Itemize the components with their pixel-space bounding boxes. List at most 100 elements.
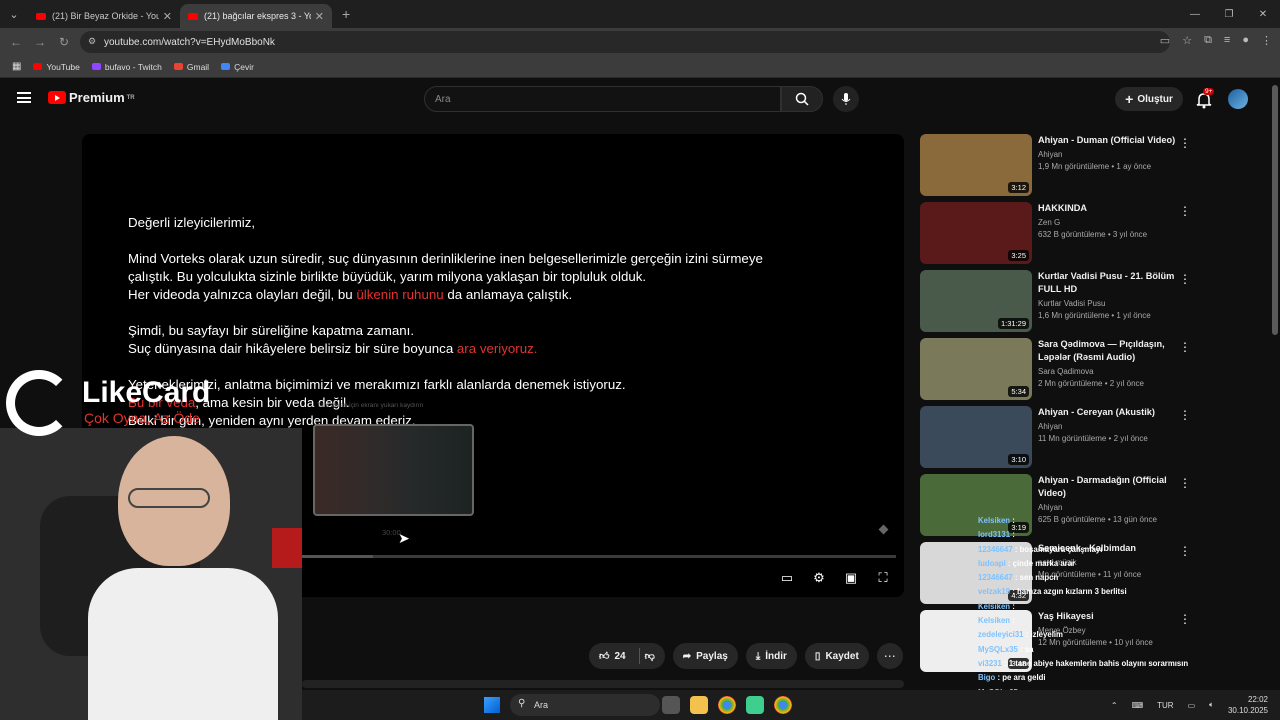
hamburger-menu-icon[interactable] <box>17 92 31 103</box>
close-tab-icon[interactable]: ✕ <box>163 10 172 23</box>
app-icon[interactable] <box>746 696 764 714</box>
video-thumbnail[interactable]: 3:25 <box>920 202 1032 264</box>
chat-message: 12346647 : sen napcn <box>978 573 1059 583</box>
search-button[interactable] <box>781 86 823 112</box>
new-tab-icon[interactable]: + <box>342 6 350 22</box>
chat-message: Kelsiken : <box>978 616 1015 626</box>
file-explorer-icon[interactable] <box>690 696 708 714</box>
channel-name[interactable]: Ahiyan <box>1038 150 1188 159</box>
url-field[interactable]: ⚙ youtube.com/watch?v=EHydMoBboNk <box>80 31 1170 53</box>
volume-icon[interactable]: 🔈︎ <box>1209 700 1214 710</box>
profile-icon[interactable]: ● <box>1242 34 1249 47</box>
settings-gear-icon[interactable]: ⚙ <box>810 570 828 586</box>
share-button[interactable]: ➦ Paylaş <box>672 643 738 669</box>
media-icon[interactable]: ≡ <box>1224 34 1230 47</box>
related-video-item[interactable]: 3:25 HAKKINDA Zen G 632 B görüntüleme • 3 y… <box>920 202 1200 270</box>
search-input[interactable]: Ara <box>424 86 781 112</box>
thumbs-down-icon[interactable]: 👎︎ <box>645 650 655 662</box>
apps-icon[interactable]: ▦ <box>12 61 21 72</box>
chat-username: velzak19 <box>978 587 1011 597</box>
video-thumbnail[interactable]: 5:34 <box>920 338 1032 400</box>
video-options-icon[interactable]: ⋮ <box>1179 408 1191 422</box>
video-message-text: Değerli izleyicilerimiz, Mind Vorteks ol… <box>128 214 868 448</box>
forward-icon[interactable]: → <box>28 35 52 49</box>
channel-name[interactable]: Ahiyan <box>1038 503 1188 512</box>
progress-bar[interactable] <box>302 555 896 558</box>
clock[interactable]: 22:02 30.10.2025 <box>1228 694 1268 716</box>
chat-text: 1 tane abiye hakemlerin bahis olayını so… <box>1008 658 1189 668</box>
greeting: Değerli izleyicilerimiz, <box>128 215 256 230</box>
chat-text: boşamayara çalışmayı <box>1019 544 1103 554</box>
related-video-item[interactable]: 3:10 Ahiyan - Cereyan (Akustik) Ahiyan 11 M… <box>920 406 1200 474</box>
account-avatar[interactable] <box>1228 89 1248 109</box>
channel-name[interactable]: Kurtlar Vadisi Pusu <box>1038 299 1188 308</box>
extensions-icon[interactable]: ⧉ <box>1204 34 1212 47</box>
related-video-item[interactable]: 5:34 Sara Qədimova — Pıçıldaşın, Ləpələr … <box>920 338 1200 406</box>
reload-icon[interactable]: ↻ <box>52 35 76 49</box>
bookmark-translate[interactable]: Çevir <box>221 62 254 72</box>
cast-icon[interactable]: ▭ <box>1160 34 1170 47</box>
chrome-icon[interactable] <box>718 696 736 714</box>
create-button[interactable]: + Oluştur <box>1115 87 1183 111</box>
video-title[interactable]: Sara Qədimova — Pıçıldaşın, Ləpələr (Rəs… <box>1038 338 1188 364</box>
video-title[interactable]: Ahiyan - Darmadağın (Official Video) <box>1038 474 1188 500</box>
video-thumbnail[interactable]: 1:31:29 <box>920 270 1032 332</box>
bookmark-twitch[interactable]: bufavo - Twitch <box>91 62 162 72</box>
restore-icon[interactable]: ❐ <box>1212 0 1246 28</box>
save-button[interactable]: ▯ Kaydet <box>804 643 869 669</box>
channel-name[interactable]: Zen G <box>1038 218 1188 227</box>
close-tab-icon[interactable]: ✕ <box>315 10 324 23</box>
taskbar-search[interactable]: ⚲ Ara <box>510 694 660 716</box>
back-icon[interactable]: ← <box>4 35 28 49</box>
site-info-icon[interactable]: ⚙ <box>88 36 96 47</box>
video-title[interactable]: HAKKINDA <box>1038 202 1188 215</box>
browser-tab-1[interactable]: (21) Bir Beyaz Orkide - YouTube ✕ <box>28 4 180 28</box>
video-title[interactable]: Ahiyan - Cereyan (Akustik) <box>1038 406 1188 419</box>
channel-name[interactable]: Sara Qadimova <box>1038 367 1188 376</box>
video-info: Kurtlar Vadisi Pusu - 21. Bölüm FULL HD K… <box>1038 270 1188 320</box>
network-icon[interactable]: ▭ <box>1188 701 1196 710</box>
related-video-item[interactable]: 3:12 Ahiyan - Duman (Official Video) Ahiya… <box>920 134 1200 202</box>
chat-username: ludoapi <box>978 558 1006 568</box>
search-icon <box>795 92 809 106</box>
tray-chevron-icon[interactable]: ⌃ <box>1111 701 1118 710</box>
like-button[interactable]: 👍︎ 24 👎︎ <box>589 643 665 669</box>
browser-menu-icon[interactable]: ⋮ <box>1261 34 1272 47</box>
chrome-active-icon[interactable] <box>774 696 792 714</box>
minimize-icon[interactable]: — <box>1178 0 1212 28</box>
keyboard-icon[interactable]: ⌨ <box>1132 701 1144 710</box>
taskbar-search-label: Ara <box>534 700 549 710</box>
window-controls: — ❐ ✕ <box>1178 0 1280 28</box>
video-thumbnail[interactable]: 3:12 <box>920 134 1032 196</box>
youtube-logo[interactable]: Premium TR <box>48 90 135 105</box>
fullscreen-icon[interactable]: ⛶ <box>874 570 892 586</box>
bookmark-youtube[interactable]: YouTube <box>33 62 80 72</box>
bookmark-gmail[interactable]: Gmail <box>173 62 209 72</box>
browser-tab-2[interactable]: (21) bağcılar ekspres 3 - YouTube ✕ <box>180 4 332 28</box>
theater-mode-icon[interactable]: ▣ <box>842 570 860 586</box>
more-actions-icon[interactable]: ⋯ <box>876 643 903 669</box>
windows-start-icon[interactable] <box>484 697 500 713</box>
tab-search-icon[interactable]: ⌄ <box>0 0 28 28</box>
close-window-icon[interactable]: ✕ <box>1246 0 1280 28</box>
subtitles-icon[interactable]: ▭ <box>778 570 796 586</box>
video-meta: 11 Mn görüntüleme • 2 yıl önce <box>1038 434 1148 443</box>
task-view-icon[interactable] <box>662 696 680 714</box>
video-options-icon[interactable]: ⋮ <box>1179 476 1191 490</box>
page-scrollbar[interactable] <box>1272 85 1278 335</box>
channel-name[interactable]: Ahiyan <box>1038 422 1188 431</box>
voice-search-button[interactable] <box>833 86 859 112</box>
video-options-icon[interactable]: ⋮ <box>1179 136 1191 150</box>
description-box[interactable] <box>302 680 904 688</box>
language-indicator[interactable]: TUR <box>1157 701 1173 710</box>
bookmark-star-icon[interactable]: ☆ <box>1182 34 1192 47</box>
video-title[interactable]: Kurtlar Vadisi Pusu - 21. Bölüm FULL HD <box>1038 270 1188 296</box>
video-title[interactable]: Ahiyan - Duman (Official Video) <box>1038 134 1188 147</box>
video-options-icon[interactable]: ⋮ <box>1179 272 1191 286</box>
video-thumbnail[interactable]: 3:10 <box>920 406 1032 468</box>
related-video-item[interactable]: 1:31:29 Kurtlar Vadisi Pusu - 21. Bölüm F… <box>920 270 1200 338</box>
video-options-icon[interactable]: ⋮ <box>1179 204 1191 218</box>
video-options-icon[interactable]: ⋮ <box>1179 340 1191 354</box>
download-button[interactable]: ⤓ İndir <box>745 643 797 669</box>
browser-toolbar-icons: ▭ ☆ ⧉ ≡ ● ⋮ <box>1160 34 1272 47</box>
